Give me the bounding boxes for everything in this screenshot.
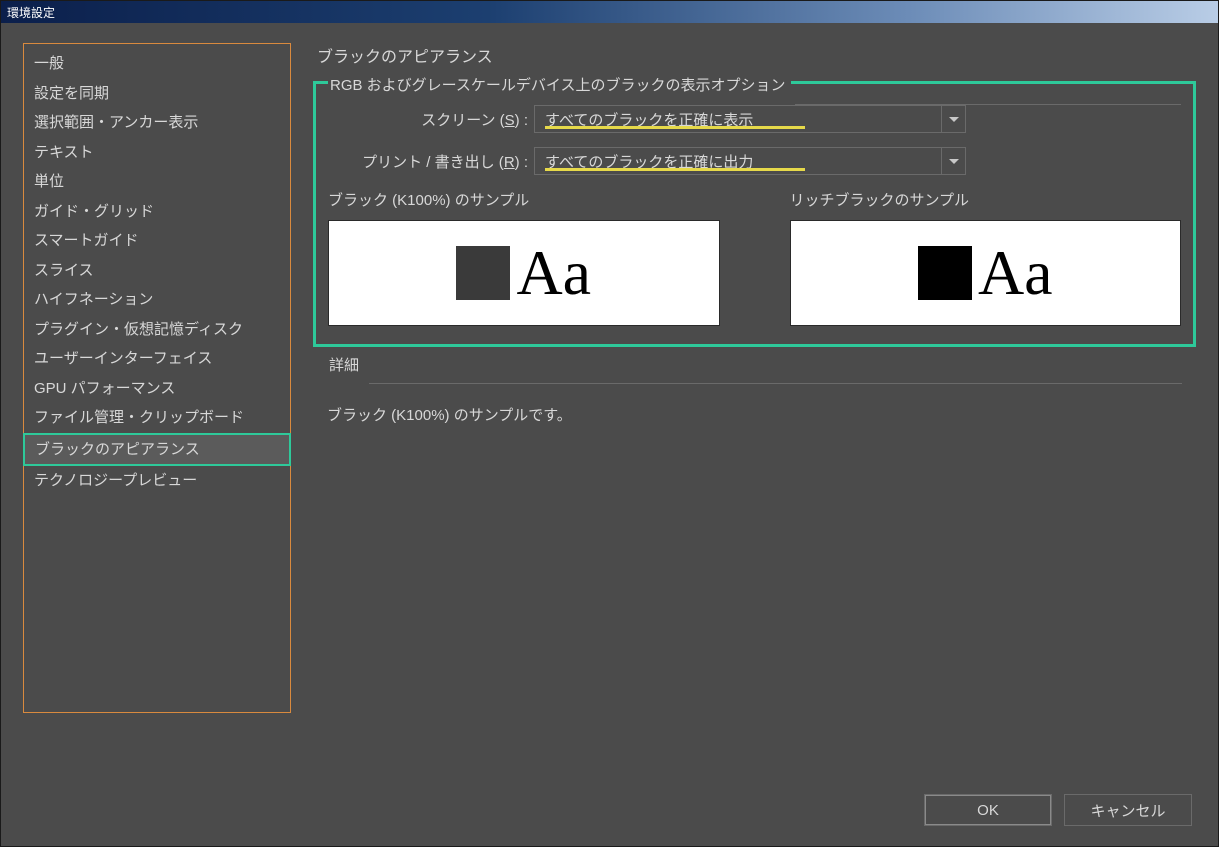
- sample-k100-label: ブラック (K100%) のサンプル: [328, 189, 720, 210]
- titlebar: 環境設定: [1, 1, 1218, 23]
- details-text: ブラック (K100%) のサンプルです。: [327, 384, 1182, 511]
- group-legend-display: RGB およびグレースケールデバイス上のブラックの表示オプション: [328, 74, 791, 95]
- sidebar-item-file-clipboard[interactable]: ファイル管理・クリップボード: [24, 403, 290, 433]
- sidebar-item-sync[interactable]: 設定を同期: [24, 79, 290, 109]
- sample-k100-preview: Aa: [328, 220, 720, 326]
- samples-row: ブラック (K100%) のサンプル Aa リッチブラックのサンプル Aa: [328, 189, 1181, 326]
- screen-label: スクリーン (S) :: [328, 109, 534, 130]
- chevron-down-icon: [949, 159, 959, 164]
- sample-rich-preview: Aa: [790, 220, 1182, 326]
- : OK キャンセル: [1, 766, 1218, 846]
- black-display-options-group: RGB およびグレースケールデバイス上のブラックの表示オプション スクリーン (…: [313, 81, 1196, 347]
- swatch-rich: [918, 246, 972, 300]
- sidebar-item-general[interactable]: 一般: [24, 49, 290, 79]
- sidebar-item-text[interactable]: テキスト: [24, 138, 290, 168]
- chevron-down-icon: [949, 117, 959, 122]
- print-label: プリント / 書き出し (R) :: [328, 151, 534, 172]
- sample-k100-col: ブラック (K100%) のサンプル Aa: [328, 189, 720, 326]
- screen-row: スクリーン (S) : すべてのブラックを正確に表示: [328, 105, 1181, 133]
- cancel-button[interactable]: キャンセル: [1064, 794, 1192, 826]
- sidebar-item-selection-anchor[interactable]: 選択範囲・アンカー表示: [24, 108, 290, 138]
- sidebar-item-plugins-scratch[interactable]: プラグイン・仮想記憶ディスク: [24, 315, 290, 345]
- sidebar-item-tech-preview[interactable]: テクノロジープレビュー: [24, 466, 290, 496]
- sample-rich-col: リッチブラックのサンプル Aa: [790, 189, 1182, 326]
- sample-aa-text: Aa: [516, 241, 591, 305]
- sample-rich-label: リッチブラックのサンプル: [790, 189, 1182, 210]
- print-dropdown[interactable]: すべてのブラックを正確に出力: [534, 147, 966, 175]
- sidebar-item-smart-guides[interactable]: スマートガイド: [24, 226, 290, 256]
- sidebar-item-slices[interactable]: スライス: [24, 256, 290, 286]
- sidebar-item-hyphenation[interactable]: ハイフネーション: [24, 285, 290, 315]
- main-panel: ブラックのアピアランス RGB およびグレースケールデバイス上のブラックの表示オ…: [313, 43, 1196, 766]
- content-area: 一般 設定を同期 選択範囲・アンカー表示 テキスト 単位 ガイド・グリッド スマ…: [1, 23, 1218, 766]
- ok-button[interactable]: OK: [924, 794, 1052, 826]
- sidebar-item-ui[interactable]: ユーザーインターフェイス: [24, 344, 290, 374]
- print-row: プリント / 書き出し (R) : すべてのブラックを正確に出力: [328, 147, 1181, 175]
- sidebar-item-gpu[interactable]: GPU パフォーマンス: [24, 374, 290, 404]
- sidebar-item-guides-grid[interactable]: ガイド・グリッド: [24, 197, 290, 227]
- details-group: 詳細 ブラック (K100%) のサンプルです。: [313, 363, 1196, 527]
- group-legend-details: 詳細: [327, 354, 365, 375]
- screen-dropdown-button[interactable]: [941, 106, 965, 132]
- screen-dropdown[interactable]: すべてのブラックを正確に表示: [534, 105, 966, 133]
- swatch-k100: [456, 246, 510, 300]
- sidebar-item-black-appearance[interactable]: ブラックのアピアランス: [23, 433, 291, 467]
- sample-aa-text: Aa: [978, 241, 1053, 305]
- preferences-window: 環境設定 一般 設定を同期 選択範囲・アンカー表示 テキスト 単位 ガイド・グリ…: [0, 0, 1219, 847]
- window-title: 環境設定: [7, 4, 55, 21]
- sidebar-item-units[interactable]: 単位: [24, 167, 290, 197]
- print-dropdown-button[interactable]: [941, 148, 965, 174]
- page-title: ブラックのアピアランス: [313, 43, 1196, 67]
- sidebar: 一般 設定を同期 選択範囲・アンカー表示 テキスト 単位 ガイド・グリッド スマ…: [23, 43, 291, 713]
